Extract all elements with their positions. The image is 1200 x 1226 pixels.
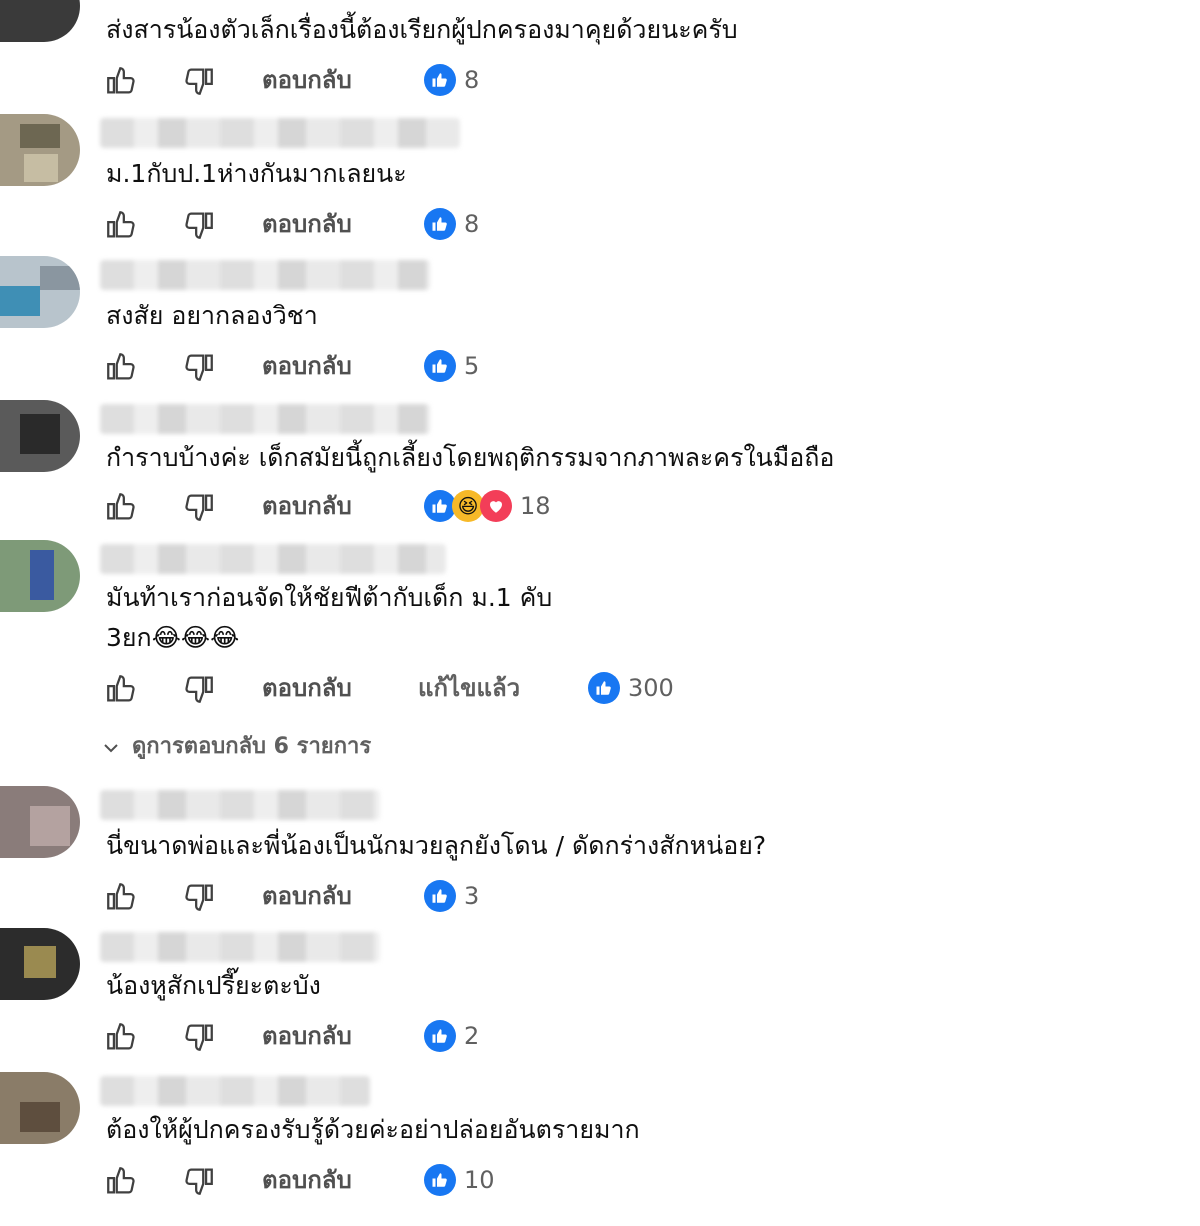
author-name[interactable] <box>100 118 460 148</box>
reaction-summary[interactable]: 8 <box>424 208 479 240</box>
thumbs-up-icon[interactable] <box>104 490 138 524</box>
like-icon <box>424 880 456 912</box>
thumbs-down-icon[interactable] <box>182 490 216 524</box>
thumbs-up-icon[interactable] <box>104 350 138 384</box>
thumbs-down-icon[interactable] <box>182 350 216 384</box>
comment-actions: ตอบกลับ 10 <box>104 1160 804 1200</box>
comment-actions: ตอบกลับ 8 <box>104 204 804 244</box>
reply-button[interactable]: ตอบกลับ <box>262 204 352 244</box>
author-name[interactable] <box>100 1076 370 1106</box>
edited-label: แก้ไขแล้ว <box>418 674 521 702</box>
reaction-count: 18 <box>520 492 551 520</box>
thumbs-up-icon[interactable] <box>104 64 138 98</box>
love-icon <box>480 490 512 522</box>
comment-actions: ตอบกลับ 😆 18 <box>104 486 804 526</box>
thumbs-down-icon[interactable] <box>182 1164 216 1198</box>
thumbs-down-icon[interactable] <box>182 672 216 706</box>
reaction-count: 2 <box>464 1022 480 1050</box>
reaction-summary[interactable]: 10 <box>424 1164 495 1196</box>
comment-actions: ตอบกลับ 2 <box>104 1016 804 1056</box>
reply-button[interactable]: ตอบกลับ <box>262 668 352 708</box>
author-name[interactable] <box>100 932 380 962</box>
avatar[interactable] <box>0 0 80 42</box>
thumbs-down-icon[interactable] <box>182 64 216 98</box>
comment-actions: ตอบกลับ 5 <box>104 346 804 386</box>
comment-actions: ตอบกลับ 3 <box>104 876 804 916</box>
avatar[interactable] <box>0 400 80 472</box>
reaction-count: 8 <box>464 210 480 238</box>
comment-actions: ตอบกลับ แก้ไขแล้ว 300 <box>104 668 804 708</box>
avatar[interactable] <box>0 256 80 328</box>
reaction-count: 300 <box>628 674 674 702</box>
like-icon <box>588 672 620 704</box>
reaction-summary[interactable]: 2 <box>424 1020 479 1052</box>
comment-text: นี่ขนาดพ่อและพี่น้องเป็นนักมวยลูกยังโดน … <box>106 831 767 860</box>
author-name[interactable] <box>100 790 380 820</box>
thumbs-up-icon[interactable] <box>104 208 138 242</box>
author-name[interactable] <box>100 260 430 290</box>
reaction-count: 8 <box>464 66 480 94</box>
reply-button[interactable]: ตอบกลับ <box>262 1160 352 1200</box>
avatar[interactable] <box>0 540 80 612</box>
comment-text: ต้องให้ผู้ปกครองรับรู้ด้วยค่ะอย่าปล่อยอั… <box>106 1115 640 1144</box>
thumbs-down-icon[interactable] <box>182 1020 216 1054</box>
reaction-summary[interactable]: 300 <box>588 672 674 704</box>
view-replies-label: ดูการตอบกลับ 6 รายการ <box>132 734 372 759</box>
chevron-down-icon <box>104 734 118 759</box>
author-name[interactable] <box>100 544 446 574</box>
comment-text-line-2: 3ยก😂😂😂 <box>106 623 240 652</box>
thumbs-down-icon[interactable] <box>182 880 216 914</box>
avatar[interactable] <box>0 786 80 858</box>
thumbs-down-icon[interactable] <box>182 208 216 242</box>
comment-text: ม.1กับป.1ห่างกันมากเลยนะ <box>106 159 407 188</box>
comment-text: สงสัย อยากลองวิชา <box>106 301 318 330</box>
like-icon <box>424 1020 456 1052</box>
comment-text: ส่งสารน้องตัวเล็กเรื่องนี้ต้องเรียกผู้ปก… <box>106 15 738 44</box>
avatar[interactable] <box>0 928 80 1000</box>
reply-button[interactable]: ตอบกลับ <box>262 60 352 100</box>
reply-button[interactable]: ตอบกลับ <box>262 1016 352 1056</box>
reaction-count: 10 <box>464 1166 495 1194</box>
reaction-summary[interactable]: 8 <box>424 64 479 96</box>
thumbs-up-icon[interactable] <box>104 1020 138 1054</box>
reaction-count: 3 <box>464 882 480 910</box>
thumbs-up-icon[interactable] <box>104 1164 138 1198</box>
like-icon <box>424 64 456 96</box>
comment-text: กำราบบ้างค่ะ เด็กสมัยนี้ถูกเลี้ยงโดยพฤติ… <box>106 443 835 472</box>
thumbs-up-icon[interactable] <box>104 672 138 706</box>
reaction-summary[interactable]: 3 <box>424 880 479 912</box>
thumbs-up-icon[interactable] <box>104 880 138 914</box>
avatar[interactable] <box>0 1072 80 1144</box>
avatar[interactable] <box>0 114 80 186</box>
author-name[interactable] <box>100 404 430 434</box>
reply-button[interactable]: ตอบกลับ <box>262 876 352 916</box>
reaction-summary[interactable]: 😆 18 <box>424 490 551 522</box>
reaction-count: 5 <box>464 352 480 380</box>
reply-button[interactable]: ตอบกลับ <box>262 486 352 526</box>
reaction-summary[interactable]: 5 <box>424 350 479 382</box>
comment-text: มันท้าเราก่อนจัดให้ชัยฟีต้ากับเด็ก ม.1 ค… <box>106 583 553 612</box>
like-icon <box>424 208 456 240</box>
like-icon <box>424 1164 456 1196</box>
comment-text: น้องหูสักเปรี๊ยะตะบัง <box>106 971 321 1000</box>
reply-button[interactable]: ตอบกลับ <box>262 346 352 386</box>
view-replies-button[interactable]: ดูการตอบกลับ 6 รายการ <box>104 728 371 763</box>
like-icon <box>424 350 456 382</box>
comment-actions: ตอบกลับ 8 <box>104 60 804 100</box>
